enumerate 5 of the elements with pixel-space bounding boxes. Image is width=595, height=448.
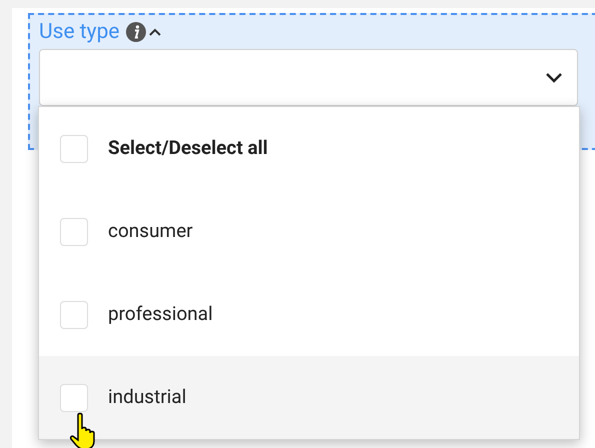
option-label: industrial xyxy=(108,384,186,410)
field-label: Use type xyxy=(39,19,120,46)
option-label: professional xyxy=(108,301,213,328)
select-all-label: Select/Deselect all xyxy=(108,135,268,162)
option-label: consumer xyxy=(108,218,193,244)
